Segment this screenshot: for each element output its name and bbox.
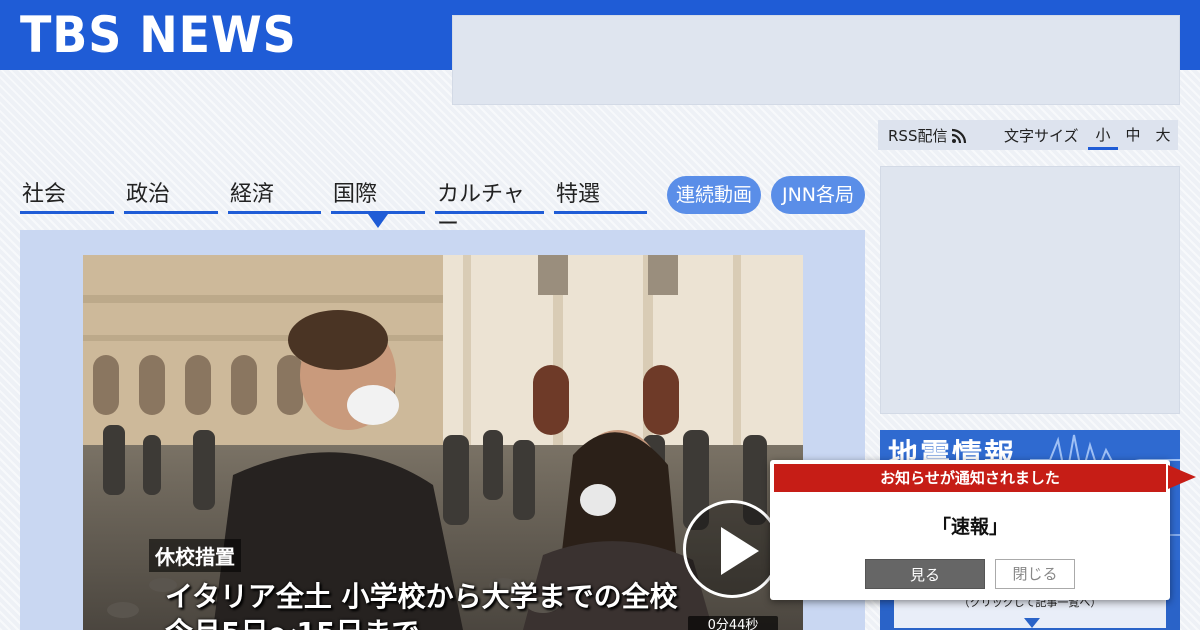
view-button[interactable]: 見る bbox=[865, 559, 985, 589]
active-nav-indicator bbox=[368, 214, 388, 228]
nav-label: 特選 bbox=[556, 182, 601, 207]
caret-down-icon bbox=[1024, 618, 1040, 628]
top-ad-banner[interactable] bbox=[452, 15, 1180, 105]
video-headline-line1: イタリア全土 小学校から大学までの全校 bbox=[165, 580, 678, 613]
nav-item-society[interactable]: 社会 bbox=[20, 180, 114, 214]
notification-message: 「速報」 bbox=[931, 516, 1008, 538]
nav-item-politics[interactable]: 政治 bbox=[124, 180, 218, 214]
notification-header: お知らせが通知されました bbox=[774, 464, 1166, 492]
nav-label: 経済 bbox=[230, 182, 275, 207]
notification-arrow bbox=[1168, 465, 1196, 489]
nav-label: 国際 bbox=[333, 182, 378, 207]
video-player[interactable]: 休校措置 イタリア全土 小学校から大学までの全校 今月5日～15日まで 0分44… bbox=[83, 255, 803, 630]
rss-icon bbox=[952, 128, 967, 143]
play-button[interactable] bbox=[683, 500, 781, 598]
nav-item-economy[interactable]: 経済 bbox=[228, 180, 321, 214]
font-size-label: 文字サイズ bbox=[1004, 127, 1079, 145]
font-size-large[interactable]: 大 bbox=[1148, 124, 1178, 145]
rss-label: RSS配信 bbox=[888, 127, 948, 145]
play-icon bbox=[721, 527, 759, 575]
continuous-video-button[interactable]: 連続動画 bbox=[667, 176, 761, 214]
notification-popup: お知らせが通知されました 「速報」 見る 閉じる bbox=[770, 460, 1170, 600]
sidebar-ad[interactable] bbox=[880, 166, 1180, 414]
utility-bar: RSS配信 文字サイズ 小 中 大 bbox=[878, 120, 1178, 150]
site-logo[interactable]: TBS NEWS bbox=[20, 6, 297, 64]
video-duration: 0分44秒 bbox=[688, 616, 778, 630]
nav-item-international[interactable]: 国際 bbox=[331, 180, 425, 214]
nav-item-culture[interactable]: カルチャー bbox=[435, 180, 544, 237]
close-button[interactable]: 閉じる bbox=[995, 559, 1075, 589]
video-headline-line2: 今月5日～15日まで bbox=[165, 611, 419, 630]
rss-link[interactable]: RSS配信 bbox=[888, 125, 967, 146]
jnn-stations-button[interactable]: JNN各局 bbox=[771, 176, 865, 214]
nav-item-special[interactable]: 特選 bbox=[554, 180, 647, 214]
nav-label: 社会 bbox=[22, 182, 67, 207]
video-caption-tag: 休校措置 bbox=[149, 539, 241, 572]
font-size-medium[interactable]: 中 bbox=[1118, 124, 1148, 145]
font-size-small[interactable]: 小 bbox=[1088, 124, 1118, 150]
nav-label: 政治 bbox=[126, 182, 171, 207]
